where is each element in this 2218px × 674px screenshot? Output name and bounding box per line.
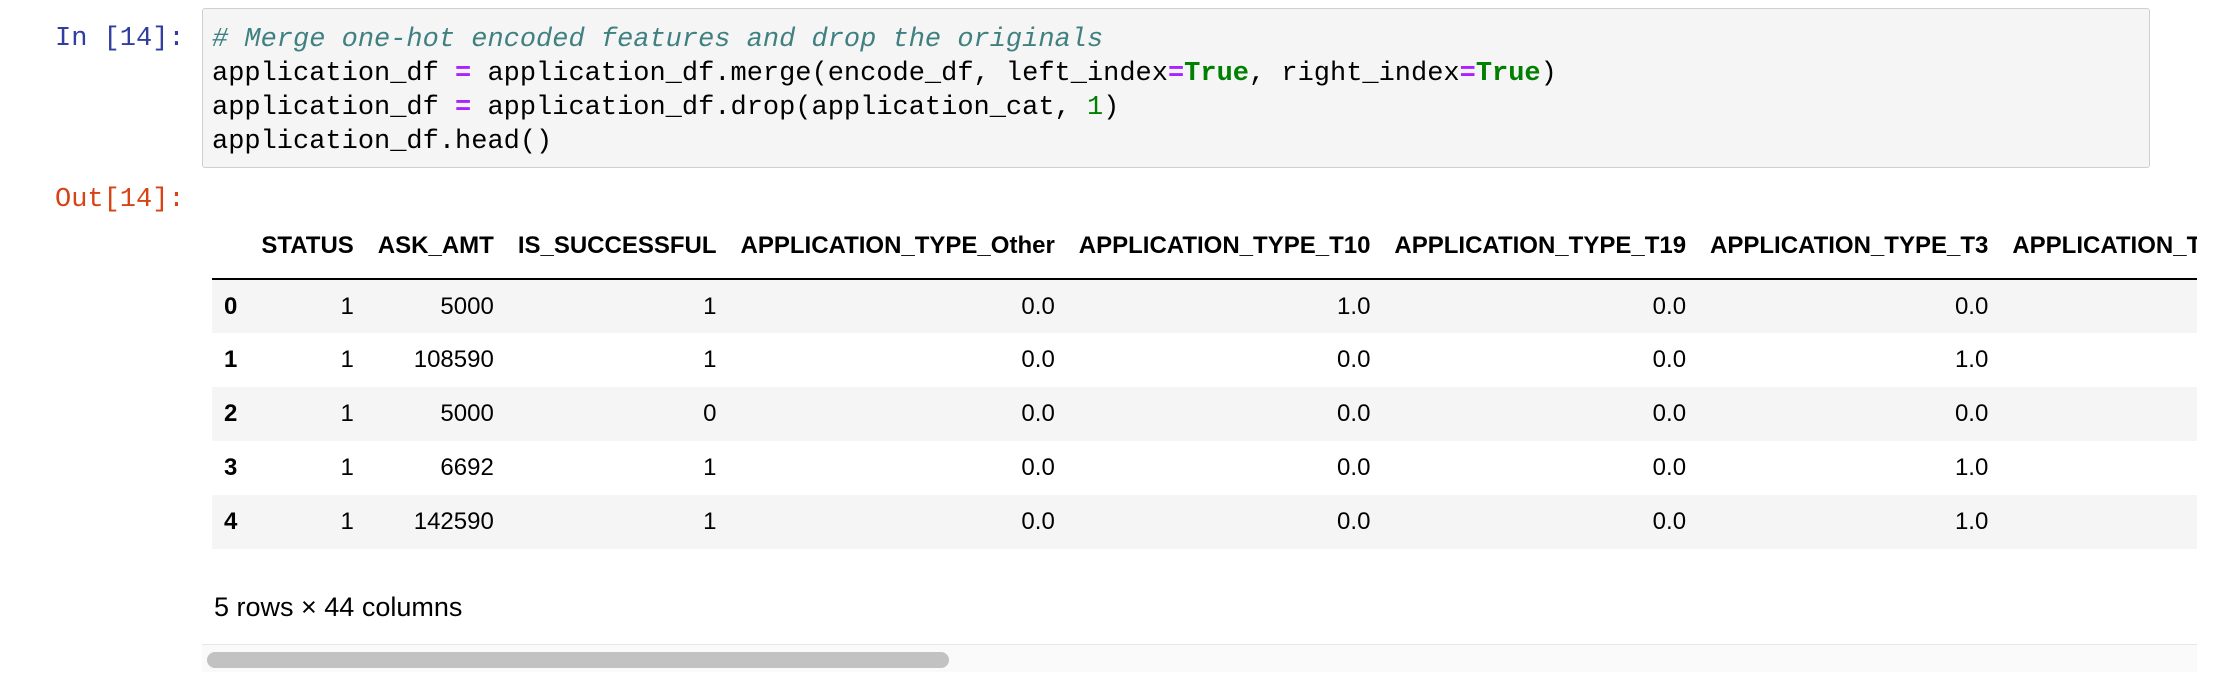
table-cell: 0.0 (1021, 346, 1055, 373)
table-cell: 1 (340, 400, 354, 427)
row-index: 3 (224, 454, 238, 481)
row-index: 2 (224, 400, 238, 427)
table-row: 4 1 142590 1 0.0 0.0 0.0 1.0 0.0 (212, 495, 2197, 549)
table-cell: 0.0 (2000, 333, 2197, 387)
table-cell: 1.0 (1954, 346, 1989, 373)
column-header: IS_SUCCESSFUL (517, 232, 717, 259)
column-header: ASK_AMT (377, 232, 494, 259)
column-header: APPLICATION_TYPE_T19 (1394, 232, 1687, 259)
table-cell: 0.0 (1954, 400, 1989, 427)
table-row: 3 1 6692 1 0.0 0.0 0.0 1.0 0.0 (212, 441, 2197, 495)
index-header (212, 232, 249, 279)
scrollbar-thumb[interactable] (207, 652, 949, 668)
table-cell: 1.0 (1337, 292, 1371, 320)
table-cell: 0.0 (1954, 292, 1989, 320)
dataframe-table: STATUS ASK_AMT IS_SUCCESSFUL APPLICATION_TY… (212, 232, 2197, 549)
table-cell: 0.0 (1021, 454, 1055, 481)
table-cell: 1 (703, 508, 717, 535)
table-cell: 1 (340, 508, 354, 535)
input-prompt: In [14]: (55, 24, 185, 54)
dataframe-scroll-area[interactable]: STATUS ASK_AMT IS_SUCCESSFUL APPLICATION_TY… (212, 232, 2197, 549)
table-cell: 1 (703, 346, 717, 373)
table-header-row: STATUS ASK_AMT IS_SUCCESSFUL APPLICATION_TY… (212, 232, 2197, 279)
table-cell: 108590 (413, 346, 494, 373)
horizontal-scrollbar[interactable] (202, 644, 2197, 672)
table-cell: 1 (703, 454, 717, 481)
table-cell: 1 (340, 454, 354, 481)
table-cell: 0.0 (1021, 508, 1055, 535)
table-cell: 0.0 (1652, 454, 1687, 481)
table-cell: 0.0 (1337, 346, 1371, 373)
table-cell: 0.0 (1337, 508, 1371, 535)
table-cell: 0.0 (1337, 400, 1371, 427)
table-cell: 0.0 (1652, 400, 1687, 427)
column-header: APPLICATION_TYPE_Other (740, 232, 1055, 259)
table-cell: 0 (703, 400, 717, 427)
table-cell: 0.0 (1652, 346, 1687, 373)
code-editor[interactable]: # Merge one-hot encoded features and dro… (212, 23, 1557, 159)
table-row: 1 1 108590 1 0.0 0.0 0.0 1.0 0.0 (212, 333, 2197, 387)
code-line-3: application_df = application_df.drop(app… (212, 93, 1120, 123)
code-line-2: application_df = application_df.merge(en… (212, 59, 1557, 89)
table-cell: 1 (340, 346, 354, 373)
column-header: STATUS (261, 232, 354, 259)
table-cell: 0.0 (1021, 292, 1055, 320)
dataframe-shape: 5 rows × 44 columns (214, 592, 463, 622)
column-header: APPLICATION_TYPE_T3 (1710, 232, 1989, 259)
code-comment: # Merge one-hot encoded features and dro… (212, 25, 1104, 55)
code-cell[interactable]: # Merge one-hot encoded features and dro… (202, 8, 2150, 168)
table-row: 0 1 5000 1 0.0 1.0 0.0 0.0 0.0 (212, 279, 2197, 333)
output-prompt: Out[14]: (55, 185, 185, 215)
table-cell: 1 (340, 292, 354, 320)
table-cell: 0.0 (1021, 400, 1055, 427)
table-cell: 0.0 (2000, 279, 2197, 333)
table-cell: 5000 (440, 400, 494, 427)
table-cell: 6692 (440, 454, 494, 481)
table-cell: 0.0 (1652, 508, 1687, 535)
table-cell: 1.0 (1954, 454, 1989, 481)
table-cell: 0.0 (2000, 441, 2197, 495)
table-cell: 5000 (440, 292, 494, 320)
table-cell: 0.0 (1652, 292, 1687, 320)
table-cell: 0.0 (2000, 495, 2197, 549)
table-cell: 0.0 (2000, 387, 2197, 441)
output-area: STATUS ASK_AMT IS_SUCCESSFUL APPLICATION_TY… (202, 182, 2197, 672)
column-header: APPLICATION_TYPE_T4 (2012, 232, 2197, 259)
code-line-4: application_df.head() (212, 127, 553, 157)
table-cell: 1 (703, 292, 717, 320)
column-header: APPLICATION_TYPE_T10 (1078, 232, 1371, 259)
table-cell: 0.0 (1337, 454, 1371, 481)
table-cell: 142590 (413, 508, 494, 535)
row-index: 0 (224, 292, 238, 320)
table-cell: 1.0 (1954, 508, 1989, 535)
row-index: 1 (224, 346, 238, 373)
row-index: 4 (224, 508, 238, 535)
table-row: 2 1 5000 0 0.0 0.0 0.0 0.0 0.0 (212, 387, 2197, 441)
